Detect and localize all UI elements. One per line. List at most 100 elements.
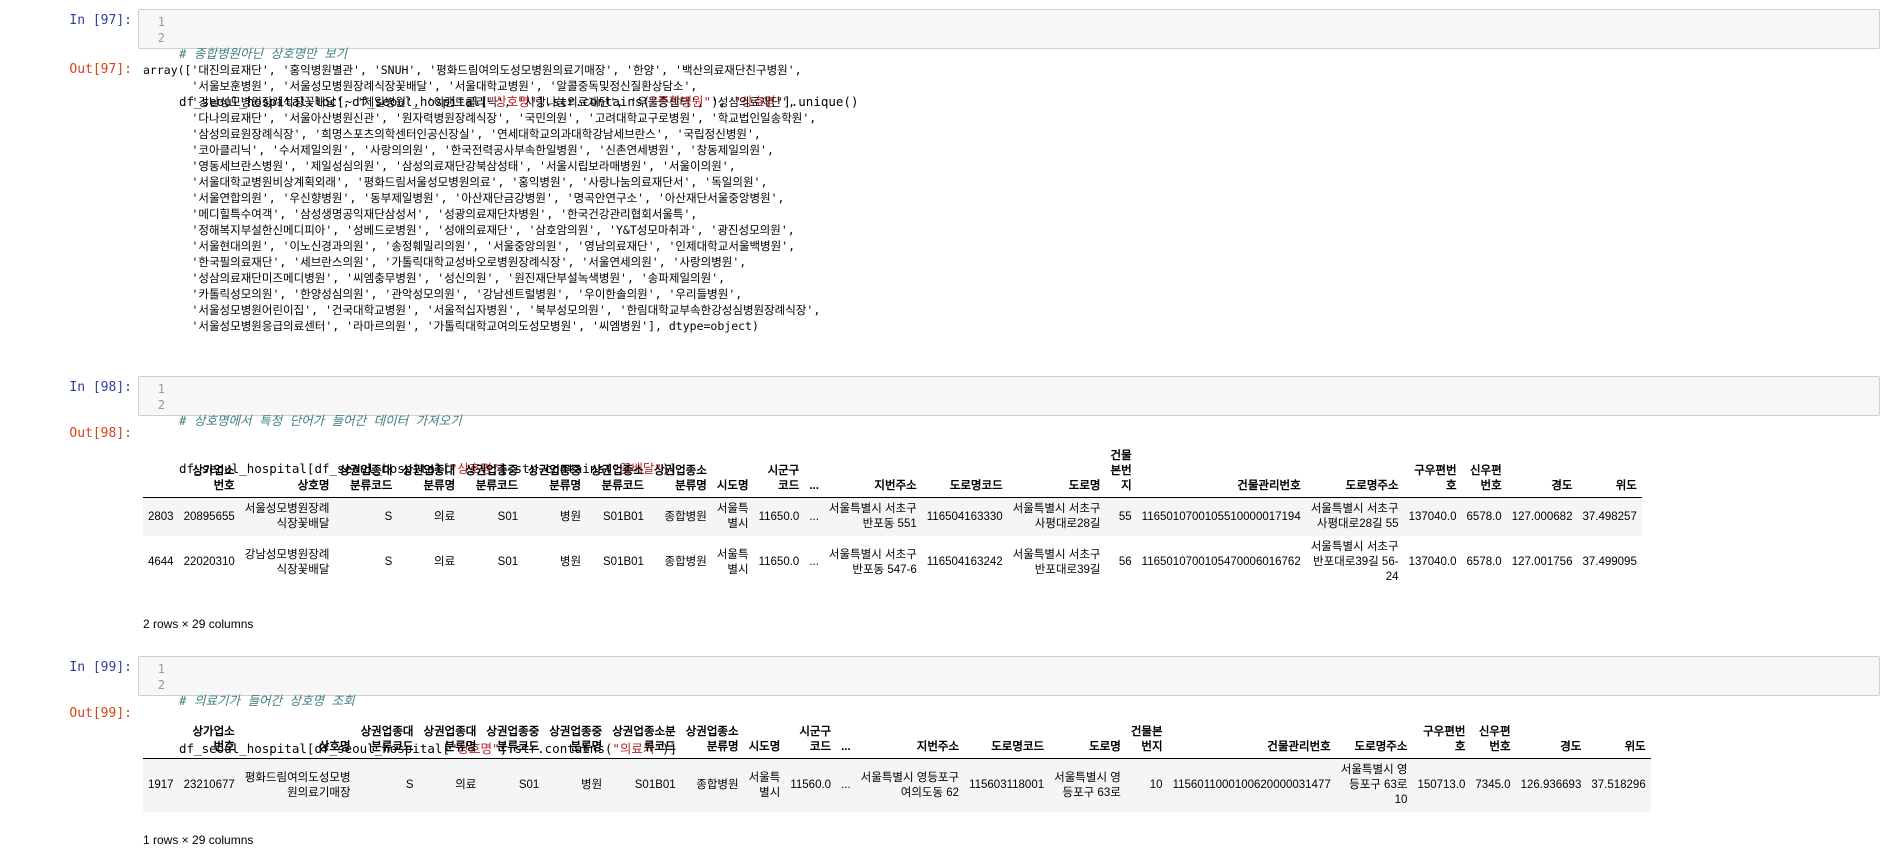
table-cell: S01B01 [603,556,644,568]
column-header: 상권업종대 분류코드 [334,446,398,498]
output-prompt: Out[97]: [69,62,132,77]
line-numbers: 1 2 [139,657,165,693]
column-header: 신우편 번호 [1461,446,1507,498]
output-line: '서울보훈병원', '서울성모병원장례식장꽃배달', '서울대학교병원', '알… [143,79,698,93]
column-header: ... [836,722,856,759]
table-cell: 116504163330 [926,510,1003,523]
column-header: 구우편번 호 [1403,446,1462,498]
column-header [143,722,179,759]
code-editor[interactable]: 1 2 # 종합병원아닌 상호명만 보기 df_seoul_hospital.l… [138,9,1880,109]
table-cell: 서울특별시 서초구 반포동 547-6 [828,548,917,576]
table-cell: 10 [1149,779,1163,791]
table-cell: 1156011000100620000031477 [1172,779,1331,791]
table-cell: 의료 [434,510,456,523]
table-cell: 126.936693 [1520,779,1582,791]
column-header: 구우편번 호 [1412,722,1471,759]
column-header: 상권업종대 분류명 [418,722,482,759]
table-cell: 의료 [434,556,456,568]
column-header: 신우편 번호 [1470,722,1516,759]
output-line: '카톨릭성모의원', '한양성심의원', '관악성모의원', '강남센트럴병원'… [143,287,743,301]
table-cell: 137040.0 [1408,510,1457,523]
code-editor[interactable]: 1 2 # 의료기가 들어간 상호명 조회 df_seoul_hospital[… [138,656,1880,756]
table-cell: 37.498257 [1582,510,1637,523]
column-header: 건물관리번호 [1136,446,1306,498]
column-header: 도로명코드 [921,446,1008,498]
output-line: '삼성의료원장례식장', '희명스포츠의학센터인공신장실', '연세대학교의과대… [143,127,761,141]
column-header: 상권업종소분류코드 [607,722,681,759]
table-cell: S01 [518,779,540,791]
table-cell: 116504163242 [926,556,1003,568]
table-header-row: 상가업소 번호 상호명 상권업종대 분류코드 상권업종대 분류명 상권업종중 분류코드 상권업종중… [143,446,1642,498]
column-header: 시군구 코드 [753,446,805,498]
line-numbers: 1 2 [139,377,165,413]
column-header: 상권업종중 분류코드 [481,722,545,759]
table-cell: 병원 [559,556,582,568]
table-cell: 서울특별시 서초구 반포동 551 [828,503,917,530]
column-header: 상권업종소분류코드 [586,446,649,498]
table-cell: 종합병원 [696,779,739,791]
table-cell: 서울특 별시 [748,771,781,799]
table-cell: 평화드림여의도성모병 원의료기매장 [244,771,351,799]
column-header: 위도 [1577,446,1642,498]
table-cell: 서울특 별시 [716,548,749,576]
column-header: 위도 [1586,722,1651,759]
table-cell: 56 [1118,556,1132,568]
column-header: 지번주소 [823,446,922,498]
table-cell: 종합병원 [664,510,707,523]
column-header: 상권업종중 분류명 [544,722,608,759]
column-header: 도로명주소 [1335,722,1413,759]
table-cell: S [405,779,414,791]
output-line: '메디힐특수여객', '삼성생명공익재단삼성서', '성광의료재단차병원', '… [143,207,698,221]
dataframe-table: 상가업소 번호 상호명 상권업종대 분류코드 상권업종대 분류명 상권업종중 분류코드 상권업종중… [143,446,1642,589]
table-cell: 서울특별시 서초구 사평대로28길 [1012,503,1101,530]
table-cell: 1165010700105510000017194 [1141,510,1301,523]
dataframe-table: 상가업소 번호 상호명 상권업종대 분류코드 상권업종대 분류명 상권업종중 분류코드 상권업종중… [143,722,1651,812]
input-prompt: In [97]: [69,13,132,28]
table-cell: 11650.0 [758,556,800,568]
column-header: 지번주소 [855,722,965,759]
column-header: 상권업종중 분류명 [523,446,587,498]
table-cell: 서울특별시 서초구 사평대로28길 55 [1310,503,1399,530]
column-header: 상권업종대 분류명 [397,446,461,498]
column-header: 경도 [1515,722,1587,759]
code-comment: # 상호명에서 특정 단어가 들어간 데이터 가져오기 [179,413,462,428]
output-line: '서울성모병원어린이집', '건국대학교병원', '서울적십자병원', '북부성… [143,303,821,317]
table-cell: 22020310 [183,556,235,568]
row-index: 2803 [148,510,174,523]
table-cell: 11650.0 [758,510,800,523]
table-cell: 137040.0 [1408,556,1457,568]
output-line: '서울현대의원', '이노신경과의원', '송정훼밀리의원', '서울중앙의원'… [143,239,796,253]
column-header: 건물관리번호 [1167,722,1336,759]
column-header: 상권업종소 분류명 [680,722,744,759]
column-header: 상호명 [239,722,356,759]
line-number: 2 [157,31,165,45]
table-cell: 서울특별시 서초구 반포대로39길 [1012,548,1101,576]
code-comment: # 종합병원아닌 상호명만 보기 [179,46,348,61]
line-number: 1 [157,15,165,29]
column-header: 상권업종중 분류코드 [460,446,524,498]
output-line: '한국필의료재단', '세브란스의원', '가톨릭대학교성바오로병원장례식장',… [143,255,747,269]
table-cell: 서울성모병원장례 식장꽃배달 [244,503,330,530]
table-cell: S01B01 [603,510,644,523]
line-number: 1 [157,662,165,676]
input-prompt: In [98]: [69,380,132,395]
table-cell: 의료 [455,779,477,791]
table-cell: 병원 [559,510,582,523]
table-header-row: 상가업소 번호 상호명 상권업종대 분류코드 상권업종대 분류명 상권업종중 분류코드 상권업종중… [143,722,1651,759]
column-header: 시군구 코드 [785,722,837,759]
table-cell: 서울특 별시 [716,503,749,530]
dataframe-shape: 2 rows × 29 columns [143,617,254,631]
column-header: 상호명 [239,446,335,498]
output-line: '강남성모병원장례식장꽃배달', '제일병원', '이랜드클리닉', '사랑나눔… [143,95,796,109]
row-index: 1917 [148,779,174,791]
output-line: '코아클리닉', '수서제일의원', '사랑의의원', '한국전력공사부속한일병… [143,143,774,157]
table-cell: 23210677 [183,779,235,791]
output-line: '서울대학교병원비상계획외래', '평화드림서울성모병원의료', '홍익병원',… [143,175,768,189]
table-cell: 서울특별시 영 등포구 63로 10 [1340,764,1408,806]
column-header: ... [804,446,824,498]
output-prompt: Out[99]: [69,706,132,721]
output-line: '서울연합의원', '우신향병원', '동부제일병원', '아산재단금강병원',… [143,191,785,205]
code-editor[interactable]: 1 2 # 상호명에서 특정 단어가 들어간 데이터 가져오기 df_seoul… [138,376,1880,476]
output-line: '성삼의료재단미즈메디병원', '씨엠충무병원', '성신의원', '원진재단부… [143,271,726,285]
output-line: '정해복지부설한신메디피아', '성베드로병원', '성애의료재단', '삼호암… [143,223,795,237]
